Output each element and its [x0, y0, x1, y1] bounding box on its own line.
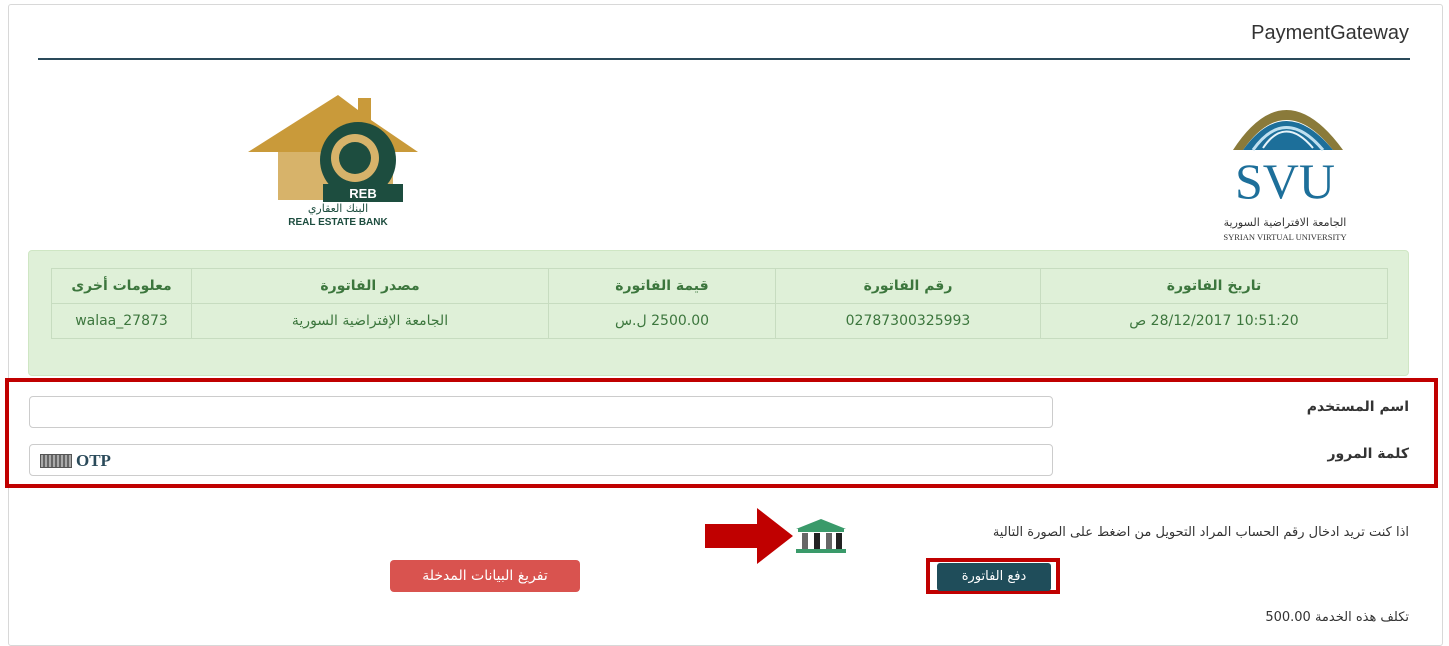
cell-invoice-amount: 2500.00 ل.س — [548, 303, 776, 339]
cell-other-info: walaa_27873 — [51, 303, 192, 339]
col-other-info: معلومات أخرى — [51, 268, 192, 304]
username-label: اسم المستخدم — [1306, 399, 1409, 415]
cell-invoice-date: 10:51:20 28/12/2017 ص — [1040, 303, 1388, 339]
cell-invoice-source: الجامعة الإفتراضية السورية — [191, 303, 549, 339]
col-invoice-source: مصدر الفاتورة — [191, 268, 549, 304]
keyboard-icon[interactable] — [40, 454, 72, 468]
svg-text:REB: REB — [349, 186, 376, 201]
svg-text:REAL ESTATE BANK: REAL ESTATE BANK — [288, 217, 388, 228]
table-header-row: تاريخ الفاتورة رقم الفاتورة قيمة الفاتور… — [51, 268, 1388, 304]
otp-widget[interactable]: OTP — [40, 451, 111, 471]
col-invoice-date: تاريخ الفاتورة — [1040, 268, 1388, 304]
password-input[interactable]: OTP — [29, 444, 1053, 476]
bank-icon[interactable] — [792, 517, 850, 553]
svu-logo: SVU الجامعة الافتراضية السورية SYRIAN VI… — [1183, 80, 1388, 248]
account-hint-text: اذا كنت تريد ادخال رقم الحساب المراد الت… — [992, 525, 1409, 540]
invoice-table: تاريخ الفاتورة رقم الفاتورة قيمة الفاتور… — [51, 268, 1388, 339]
password-label: كلمة المرور — [1327, 446, 1409, 462]
svu-letters: SVU — [1235, 153, 1335, 209]
invoice-summary: تاريخ الفاتورة رقم الفاتورة قيمة الفاتور… — [28, 250, 1409, 376]
username-input[interactable] — [29, 396, 1053, 428]
pay-invoice-button[interactable]: دفع الفاتورة — [937, 563, 1051, 591]
otp-label: OTP — [76, 451, 111, 470]
cell-invoice-number: 02787300325993 — [775, 303, 1041, 339]
col-invoice-amount: قيمة الفاتورة — [548, 268, 776, 304]
table-row: 10:51:20 28/12/2017 ص 02787300325993 250… — [51, 303, 1388, 339]
arrow-icon — [705, 508, 793, 564]
service-fee-text: تكلف هذه الخدمة 500.00 — [1265, 610, 1409, 625]
svg-text:SYRIAN VIRTUAL UNIVERSITY: SYRIAN VIRTUAL UNIVERSITY — [1223, 232, 1346, 242]
col-invoice-number: رقم الفاتورة — [775, 268, 1041, 304]
title-divider — [38, 58, 1410, 60]
svg-text:البنك العقاري: البنك العقاري — [308, 202, 368, 215]
reb-logo: REB البنك العقاري REAL ESTATE BANK — [243, 90, 433, 230]
svg-text:الجامعة الافتراضية السورية: الجامعة الافتراضية السورية — [1224, 216, 1347, 229]
clear-inputs-button[interactable]: تفريغ البيانات المدخلة — [390, 560, 580, 592]
page-title: PaymentGateway — [1251, 22, 1409, 44]
